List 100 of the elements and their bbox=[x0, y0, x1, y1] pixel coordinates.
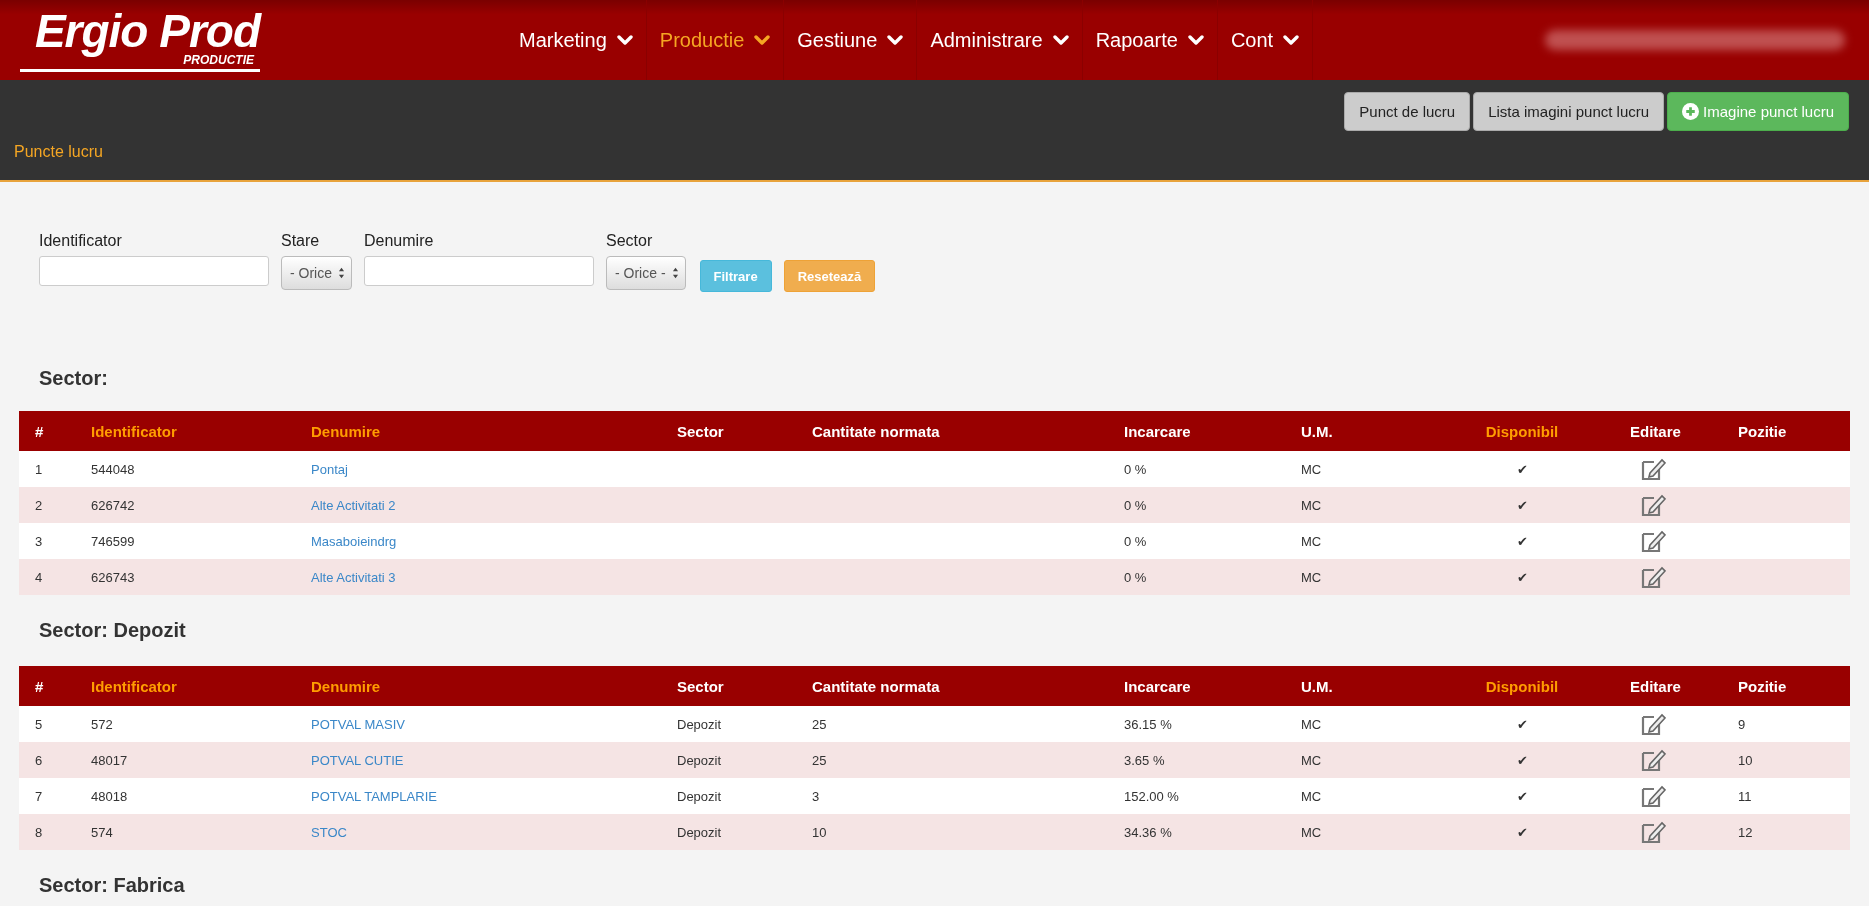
sort-arrows-icon bbox=[671, 267, 679, 279]
check-mark: ✔ bbox=[1516, 824, 1528, 840]
item-name-link[interactable]: Pontaj bbox=[311, 461, 348, 477]
action-button[interactable]: Imagine punct lucru bbox=[1667, 92, 1849, 131]
filter-input-field[interactable] bbox=[39, 256, 269, 286]
sortable-column-header[interactable]: Disponibil bbox=[1485, 677, 1559, 695]
edit-icon[interactable] bbox=[1640, 529, 1666, 553]
filter-label: Identificator bbox=[39, 232, 123, 250]
item-name-link[interactable]: Masaboieindrg bbox=[311, 533, 397, 549]
column-header: Incarcare bbox=[1124, 677, 1191, 695]
edit-icon[interactable] bbox=[1640, 457, 1666, 481]
table-cell: 36.15 % bbox=[1124, 716, 1172, 732]
table-cell: MC bbox=[1301, 788, 1322, 804]
table-cell: 25 bbox=[812, 752, 827, 768]
table-cell: 0 % bbox=[1124, 533, 1147, 549]
column-header: Sector bbox=[677, 677, 724, 695]
table-cell: 0 % bbox=[1124, 497, 1147, 513]
sortable-column-header[interactable]: Disponibil bbox=[1485, 422, 1559, 440]
table-cell: Depozit bbox=[677, 752, 722, 768]
action-button[interactable]: Punct de lucru bbox=[1344, 92, 1471, 131]
filter-label: Stare bbox=[281, 232, 321, 250]
row-number: 7 bbox=[35, 788, 43, 804]
edit-icon[interactable] bbox=[1640, 565, 1666, 589]
column-header: Sector bbox=[677, 422, 724, 440]
table-cell: Depozit bbox=[677, 788, 722, 804]
table-cell: 3 bbox=[812, 788, 820, 804]
column-header: Cantitate normata bbox=[812, 422, 940, 440]
item-name-link[interactable]: Alte Activitati 3 bbox=[311, 569, 396, 585]
column-header: # bbox=[35, 422, 44, 440]
check-mark: ✔ bbox=[1516, 716, 1528, 732]
check-mark: ✔ bbox=[1516, 533, 1528, 549]
sortable-column-header[interactable]: Identificator bbox=[91, 677, 177, 695]
chevron-down-icon bbox=[887, 34, 904, 46]
column-header: U.M. bbox=[1301, 422, 1333, 440]
chevron-down-icon bbox=[1283, 34, 1300, 46]
column-header: # bbox=[35, 677, 44, 695]
edit-icon[interactable] bbox=[1640, 820, 1666, 844]
table-cell: MC bbox=[1301, 569, 1322, 585]
section-heading: Sector: Depozit bbox=[38, 618, 187, 643]
table-cell: 574 bbox=[91, 824, 113, 840]
item-name-link[interactable]: STOC bbox=[311, 824, 347, 840]
table-cell: MC bbox=[1301, 461, 1322, 477]
check-mark: ✔ bbox=[1516, 461, 1528, 477]
column-header: Cantitate normata bbox=[812, 677, 940, 695]
plus-circle-icon bbox=[1682, 103, 1700, 120]
item-name-link[interactable]: POTVAL CUTIE bbox=[311, 752, 404, 768]
row-number: 4 bbox=[35, 569, 43, 585]
filter-dropdown[interactable]: - Orice - bbox=[606, 256, 686, 290]
check-mark: ✔ bbox=[1516, 788, 1528, 804]
section-heading: Sector: bbox=[38, 366, 109, 391]
sortable-column-header[interactable]: Identificator bbox=[91, 422, 177, 440]
table-cell: 48018 bbox=[91, 788, 128, 804]
filter-dropdown[interactable]: - Orice bbox=[281, 256, 352, 290]
table-cell: 626743 bbox=[91, 569, 135, 585]
action-button[interactable]: Lista imagini punct lucru bbox=[1473, 92, 1665, 131]
section-heading: Sector: Fabrica bbox=[38, 873, 186, 898]
row-number: 2 bbox=[35, 497, 43, 513]
table-cell: 746599 bbox=[91, 533, 135, 549]
table-cell: 544048 bbox=[91, 461, 135, 477]
table-cell: 10 bbox=[812, 824, 827, 840]
sort-arrows-icon bbox=[338, 267, 345, 279]
table-cell: 12 bbox=[1738, 824, 1753, 840]
table-cell: MC bbox=[1301, 824, 1322, 840]
edit-icon[interactable] bbox=[1640, 748, 1666, 772]
item-name-link[interactable]: Alte Activitati 2 bbox=[311, 497, 396, 513]
table-cell: 0 % bbox=[1124, 569, 1147, 585]
item-name-link[interactable]: POTVAL TAMPLARIE bbox=[311, 788, 437, 804]
filter-input-field[interactable] bbox=[364, 256, 594, 286]
table-cell: 48017 bbox=[91, 752, 128, 768]
logo-subtitle: PRODUCTIE bbox=[183, 52, 254, 67]
table-cell: MC bbox=[1301, 533, 1322, 549]
item-name-link[interactable]: POTVAL MASIV bbox=[311, 716, 405, 732]
row-number: 3 bbox=[35, 533, 43, 549]
table-cell: 34.36 % bbox=[1124, 824, 1172, 840]
page-title: Puncte lucru bbox=[14, 143, 104, 161]
column-header: Pozitie bbox=[1738, 422, 1787, 440]
table-cell: 626742 bbox=[91, 497, 135, 513]
table-cell: MC bbox=[1301, 716, 1322, 732]
logo[interactable]: Ergio Prod PRODUCTIE bbox=[20, 8, 260, 72]
sortable-column-header[interactable]: Denumire bbox=[311, 677, 381, 695]
sortable-column-header[interactable]: Denumire bbox=[311, 422, 381, 440]
edit-icon[interactable] bbox=[1640, 712, 1666, 736]
table-cell: 10 bbox=[1738, 752, 1753, 768]
table-cell: 9 bbox=[1738, 716, 1746, 732]
column-header: U.M. bbox=[1301, 677, 1333, 695]
edit-icon[interactable] bbox=[1640, 784, 1666, 808]
check-mark: ✔ bbox=[1516, 569, 1528, 585]
column-header: Incarcare bbox=[1124, 422, 1191, 440]
column-header: Pozitie bbox=[1738, 677, 1787, 695]
table-cell: 3.65 % bbox=[1124, 752, 1165, 768]
table-cell: MC bbox=[1301, 752, 1322, 768]
chevron-down-icon bbox=[616, 34, 633, 46]
column-header: Editare bbox=[1630, 677, 1681, 695]
row-number: 6 bbox=[35, 752, 43, 768]
check-mark: ✔ bbox=[1516, 752, 1528, 768]
table-cell: 152.00 % bbox=[1124, 788, 1179, 804]
table-cell: 572 bbox=[91, 716, 113, 732]
row-number: 8 bbox=[35, 824, 43, 840]
table-cell: 11 bbox=[1738, 788, 1752, 804]
edit-icon[interactable] bbox=[1640, 493, 1666, 517]
